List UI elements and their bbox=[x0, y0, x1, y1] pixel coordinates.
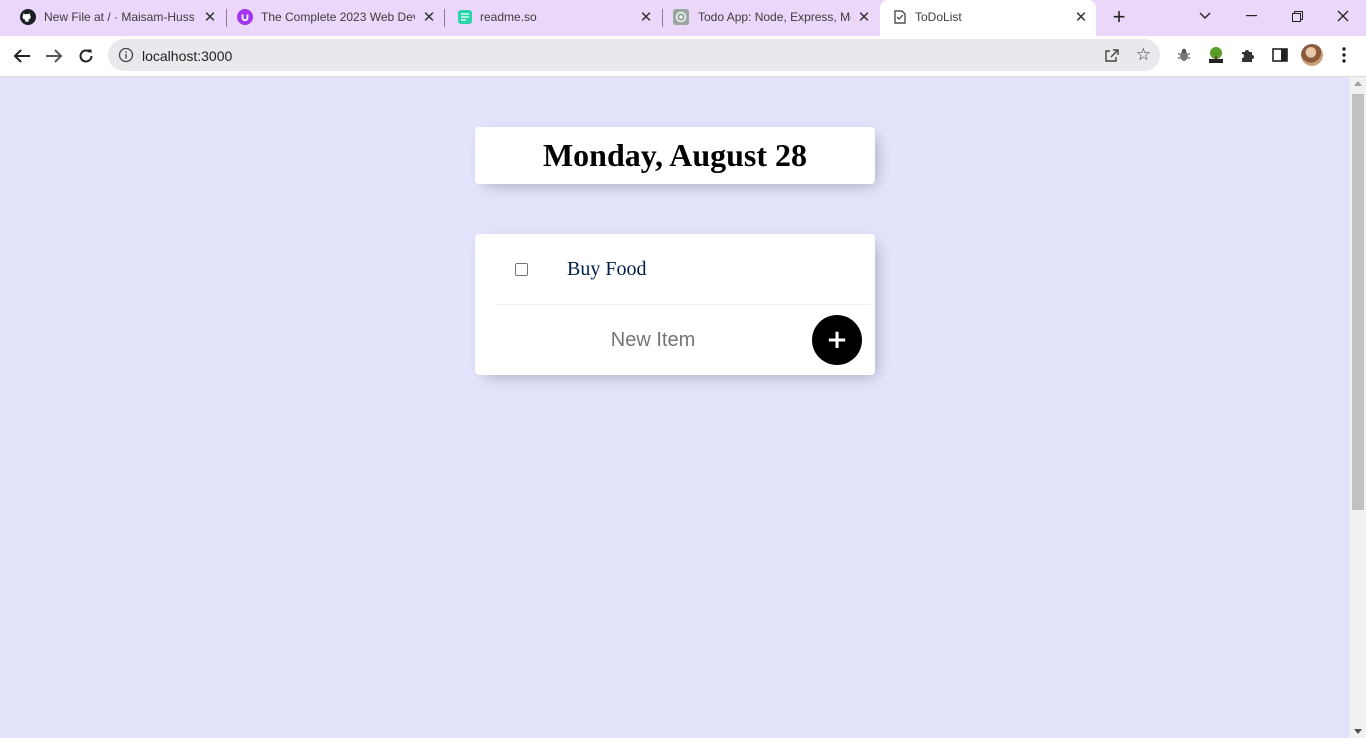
tab-chatgpt[interactable]: Todo App: Node, Express, Mo ✕ bbox=[663, 0, 878, 34]
udemy-icon bbox=[237, 9, 253, 25]
scrollbar-thumb[interactable] bbox=[1352, 94, 1364, 510]
tab-github[interactable]: New File at / · Maisam-Hussa ✕ bbox=[0, 0, 226, 34]
window-close-icon[interactable] bbox=[1328, 4, 1358, 28]
github-icon bbox=[20, 9, 36, 25]
reload-icon[interactable] bbox=[73, 44, 99, 68]
minimize-icon[interactable] bbox=[1236, 4, 1266, 28]
close-icon[interactable]: ✕ bbox=[638, 9, 654, 26]
close-icon[interactable]: ✕ bbox=[1073, 9, 1089, 26]
heading-box: Monday, August 28 bbox=[475, 127, 875, 184]
menu-kebab-icon[interactable] bbox=[1333, 44, 1355, 66]
scroll-down-arrow-icon[interactable] bbox=[1354, 729, 1362, 734]
bug-extension-icon[interactable] bbox=[1173, 44, 1195, 66]
tab-title: New File at / · Maisam-Hussa bbox=[44, 10, 194, 24]
bookmark-star-icon[interactable]: ☆ bbox=[1136, 46, 1151, 63]
side-panel-icon[interactable] bbox=[1269, 44, 1291, 66]
tab-title: readme.so bbox=[480, 10, 537, 24]
tab-udemy[interactable]: The Complete 2023 Web Dev ✕ bbox=[227, 0, 443, 34]
tab-readme[interactable]: readme.so ✕ bbox=[445, 0, 661, 34]
scrollbar[interactable] bbox=[1350, 77, 1366, 738]
forward-icon[interactable] bbox=[41, 44, 67, 68]
readme-icon bbox=[457, 9, 473, 25]
share-icon[interactable] bbox=[1104, 47, 1120, 68]
tab-title: ToDoList bbox=[915, 10, 962, 24]
todolist-icon bbox=[892, 9, 908, 25]
new-tab-button[interactable]: + bbox=[1108, 6, 1130, 28]
avatar bbox=[1301, 44, 1323, 66]
browser-toolbar: localhost:3000 ☆ bbox=[0, 36, 1366, 77]
close-icon[interactable]: ✕ bbox=[202, 9, 218, 26]
close-icon[interactable]: ✕ bbox=[856, 9, 872, 26]
page-title: Monday, August 28 bbox=[542, 137, 808, 173]
html-tree-extension-icon[interactable] bbox=[1205, 44, 1227, 66]
url-text[interactable]: localhost:3000 bbox=[142, 48, 232, 64]
add-item-button[interactable]: + bbox=[812, 315, 862, 365]
extensions-puzzle-icon[interactable] bbox=[1237, 44, 1259, 66]
back-icon[interactable] bbox=[9, 44, 35, 68]
address-bar[interactable]: localhost:3000 ☆ bbox=[108, 39, 1160, 71]
profile-avatar[interactable] bbox=[1301, 44, 1323, 66]
todo-list-box: Buy Food + bbox=[475, 234, 875, 375]
tab-title: Todo App: Node, Express, Mo bbox=[698, 10, 851, 24]
info-icon[interactable] bbox=[118, 47, 134, 63]
tab-strip: New File at / · Maisam-Hussa ✕ The Compl… bbox=[0, 0, 1366, 36]
new-item-input[interactable] bbox=[495, 310, 811, 370]
tab-title: The Complete 2023 Web Dev bbox=[261, 10, 415, 24]
tab-todolist[interactable]: ToDoList ✕ bbox=[880, 0, 1096, 36]
item-checkbox[interactable] bbox=[515, 263, 528, 276]
close-icon[interactable]: ✕ bbox=[421, 9, 437, 26]
restore-icon[interactable] bbox=[1282, 4, 1312, 28]
list-item: Buy Food bbox=[495, 234, 875, 305]
item-text: Buy Food bbox=[567, 258, 647, 280]
chatgpt-icon bbox=[673, 9, 689, 25]
page-viewport: Monday, August 28 Buy Food + bbox=[0, 77, 1350, 738]
tab-search-chevron-icon[interactable] bbox=[1190, 4, 1220, 28]
scroll-up-arrow-icon[interactable] bbox=[1354, 81, 1362, 86]
